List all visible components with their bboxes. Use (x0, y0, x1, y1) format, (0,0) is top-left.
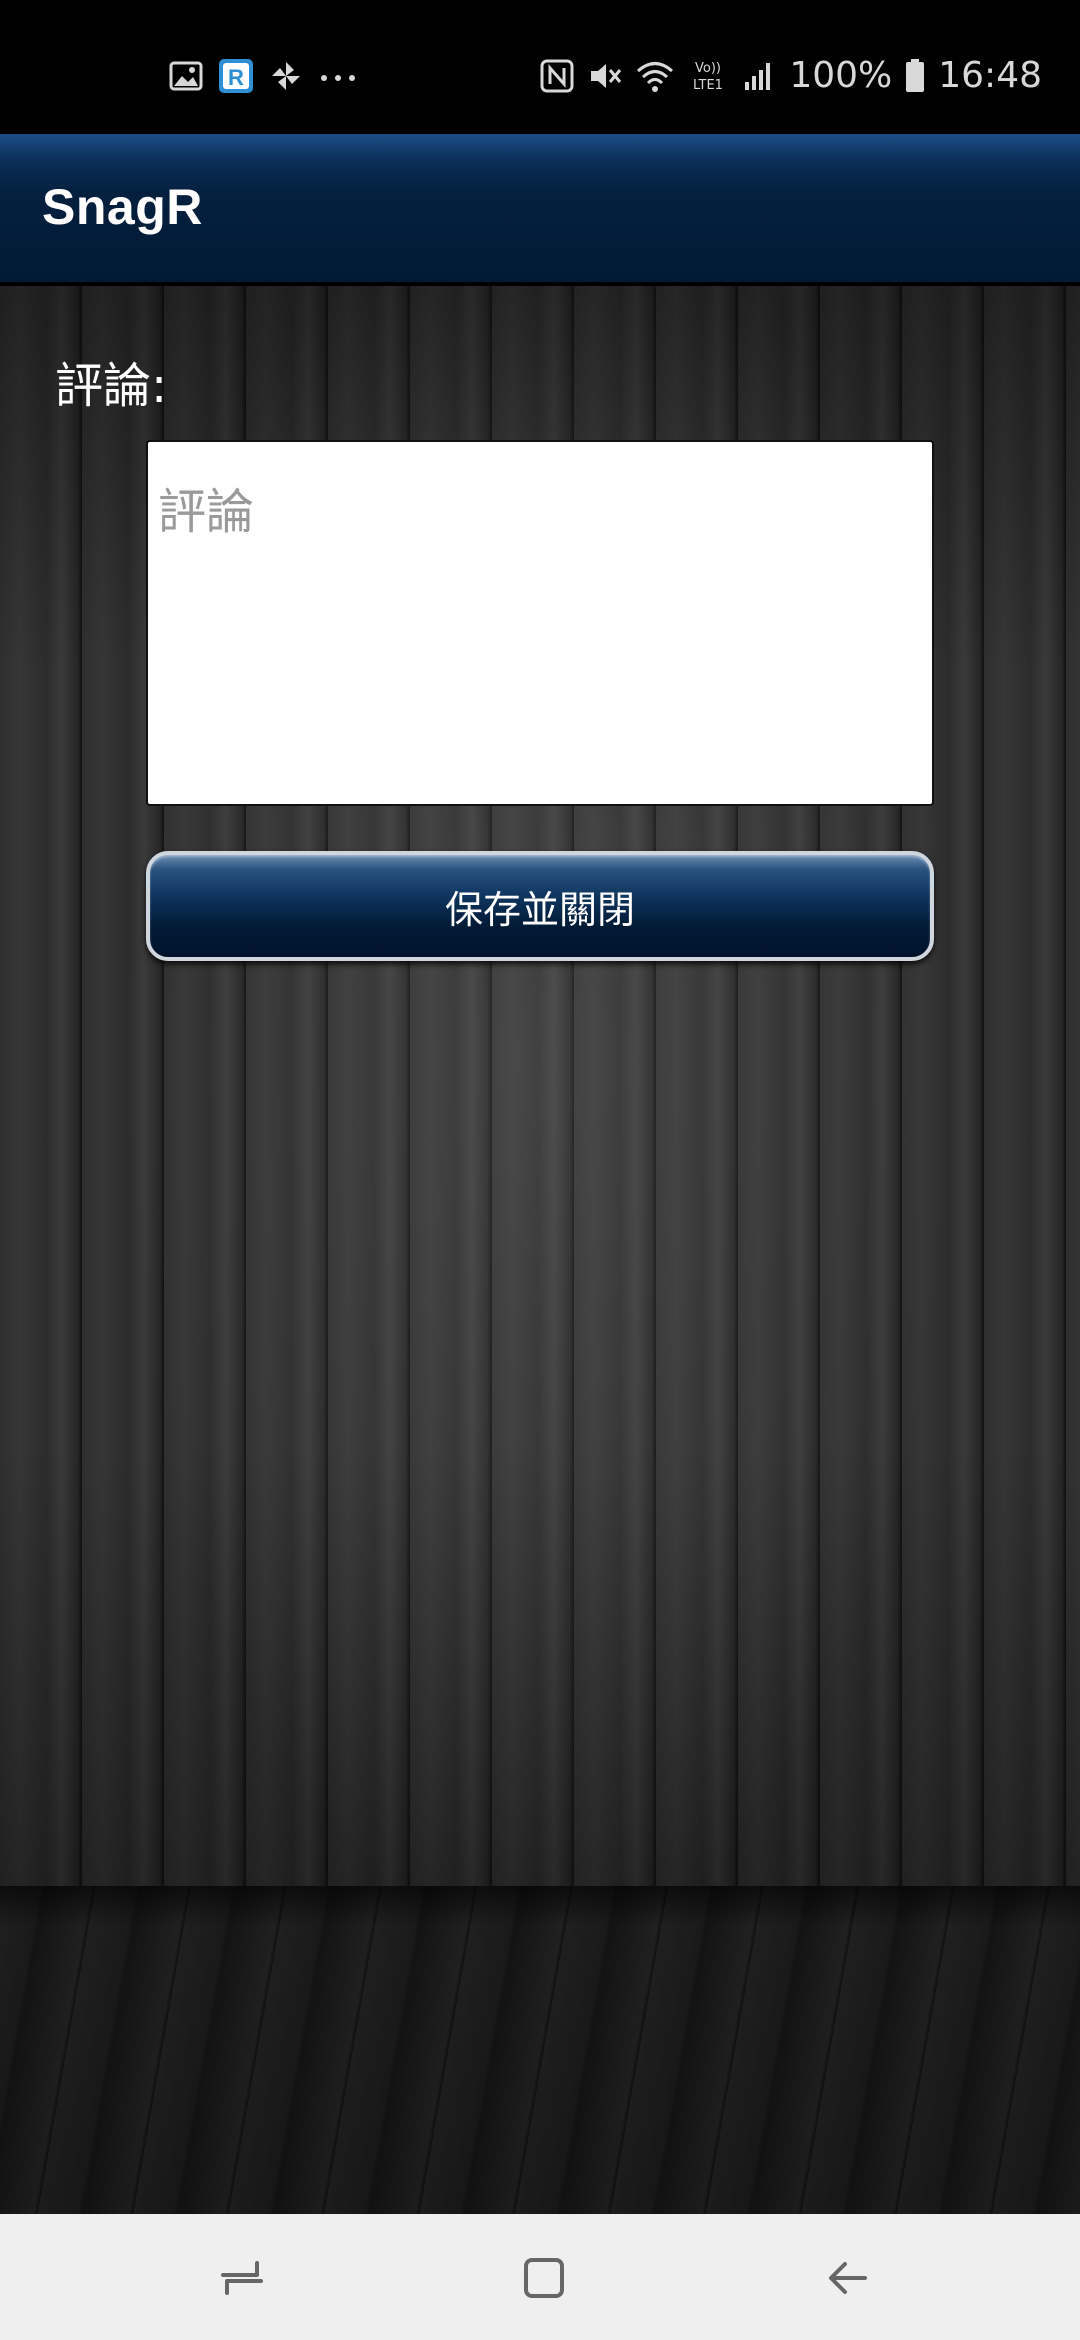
mute-icon (587, 58, 623, 94)
wood-floor-background (0, 1886, 1080, 2214)
gallery-icon (168, 58, 204, 94)
pinwheel-icon (268, 58, 304, 94)
content-area: 評論: 保存並關閉 (0, 286, 1080, 2214)
status-left-icons: R (168, 58, 358, 94)
more-dots-icon (318, 58, 358, 94)
screen: R Vo)) LTE1 100% 16:48 SnagR 評論: 評論 保存並關… (0, 0, 1080, 2340)
svg-text:Vo)): Vo)) (695, 61, 721, 76)
save-and-close-button[interactable]: 保存並關閉 (146, 851, 934, 961)
comment-label: 評論: (55, 358, 168, 414)
app-title: SnagR (42, 179, 203, 235)
status-right-icons: Vo)) LTE1 100% 16:48 (539, 56, 1042, 96)
battery-percent: 100% (789, 55, 893, 96)
status-bar: R Vo)) LTE1 100% 16:48 (0, 0, 1080, 134)
svg-text:LTE1: LTE1 (693, 78, 723, 93)
nfc-icon (539, 58, 575, 94)
r-app-icon: R (218, 58, 254, 94)
app-bar: SnagR (0, 134, 1080, 286)
clock: 16:48 (938, 55, 1042, 96)
svg-text:R: R (228, 65, 244, 90)
home-icon[interactable] (514, 2248, 574, 2308)
volte-lte-icon: Vo)) LTE1 (687, 58, 729, 94)
comment-input[interactable] (146, 440, 934, 806)
back-icon[interactable] (818, 2248, 878, 2308)
wifi-icon (635, 58, 675, 94)
recent-apps-icon[interactable] (212, 2248, 272, 2308)
battery-icon (904, 58, 926, 94)
nav-bar (0, 2214, 1080, 2340)
signal-icon (741, 58, 777, 94)
